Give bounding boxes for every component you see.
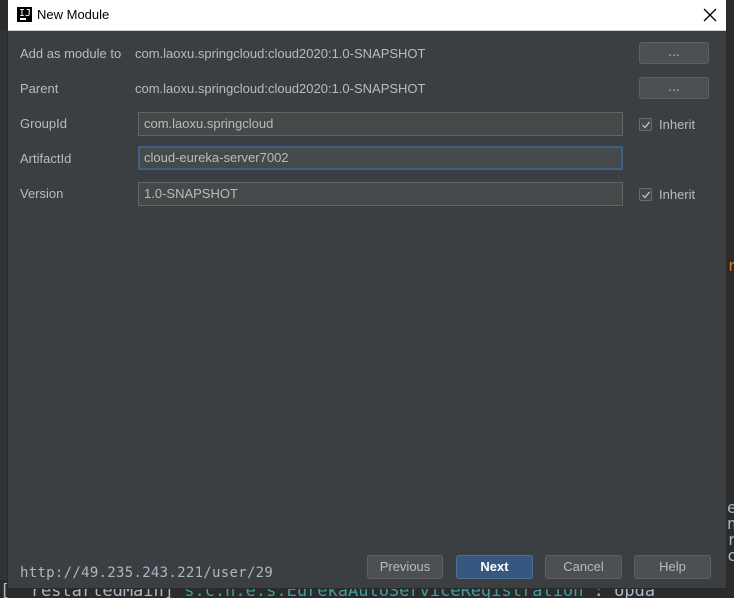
version-field[interactable]: 1.0-SNAPSHOT [138, 182, 623, 206]
version-inherit-checkbox[interactable] [639, 188, 652, 201]
next-button[interactable]: Next [456, 555, 533, 579]
artifact-id-label: ArtifactId [20, 151, 72, 166]
close-icon [703, 8, 717, 22]
dialog-title: New Module [37, 7, 110, 22]
new-module-dialog: IJ New Module Add as module to com.laoxu… [8, 0, 726, 588]
parent-label: Parent [20, 81, 59, 96]
group-id-label: GroupId [20, 116, 67, 131]
help-button[interactable]: Help [634, 555, 711, 579]
checkmark-icon [642, 121, 651, 129]
status-url: http://49.235.243.221/user/29 [20, 565, 274, 581]
group-id-field[interactable]: com.laoxu.springcloud [138, 112, 623, 136]
version-label: Version [20, 186, 64, 201]
parent-browse-button[interactable]: ... [639, 77, 709, 99]
version-inherit-label: Inherit [659, 187, 696, 202]
add-as-module-to-value: com.laoxu.springcloud:cloud2020:1.0-SNAP… [135, 46, 426, 61]
dialog-titlebar: IJ New Module [8, 0, 726, 31]
parent-value: com.laoxu.springcloud:cloud2020:1.0-SNAP… [135, 81, 426, 96]
group-id-inherit-checkbox[interactable] [639, 118, 652, 131]
close-button[interactable] [694, 0, 726, 30]
ide-edge-glyph: enrc [727, 500, 734, 564]
ide-left-gutter [0, 30, 8, 598]
cancel-button[interactable]: Cancel [545, 555, 622, 579]
add-as-module-to-browse-button[interactable]: ... [639, 42, 709, 64]
artifact-id-field[interactable]: cloud-eureka-server7002 [138, 146, 623, 170]
group-id-inherit-label: Inherit [659, 117, 696, 132]
ide-edge-glyph: r [727, 258, 734, 274]
checkmark-icon [642, 191, 651, 199]
previous-button[interactable]: Previous [367, 555, 443, 579]
add-as-module-to-label: Add as module to [20, 46, 122, 61]
intellij-app-icon: IJ [17, 7, 32, 22]
